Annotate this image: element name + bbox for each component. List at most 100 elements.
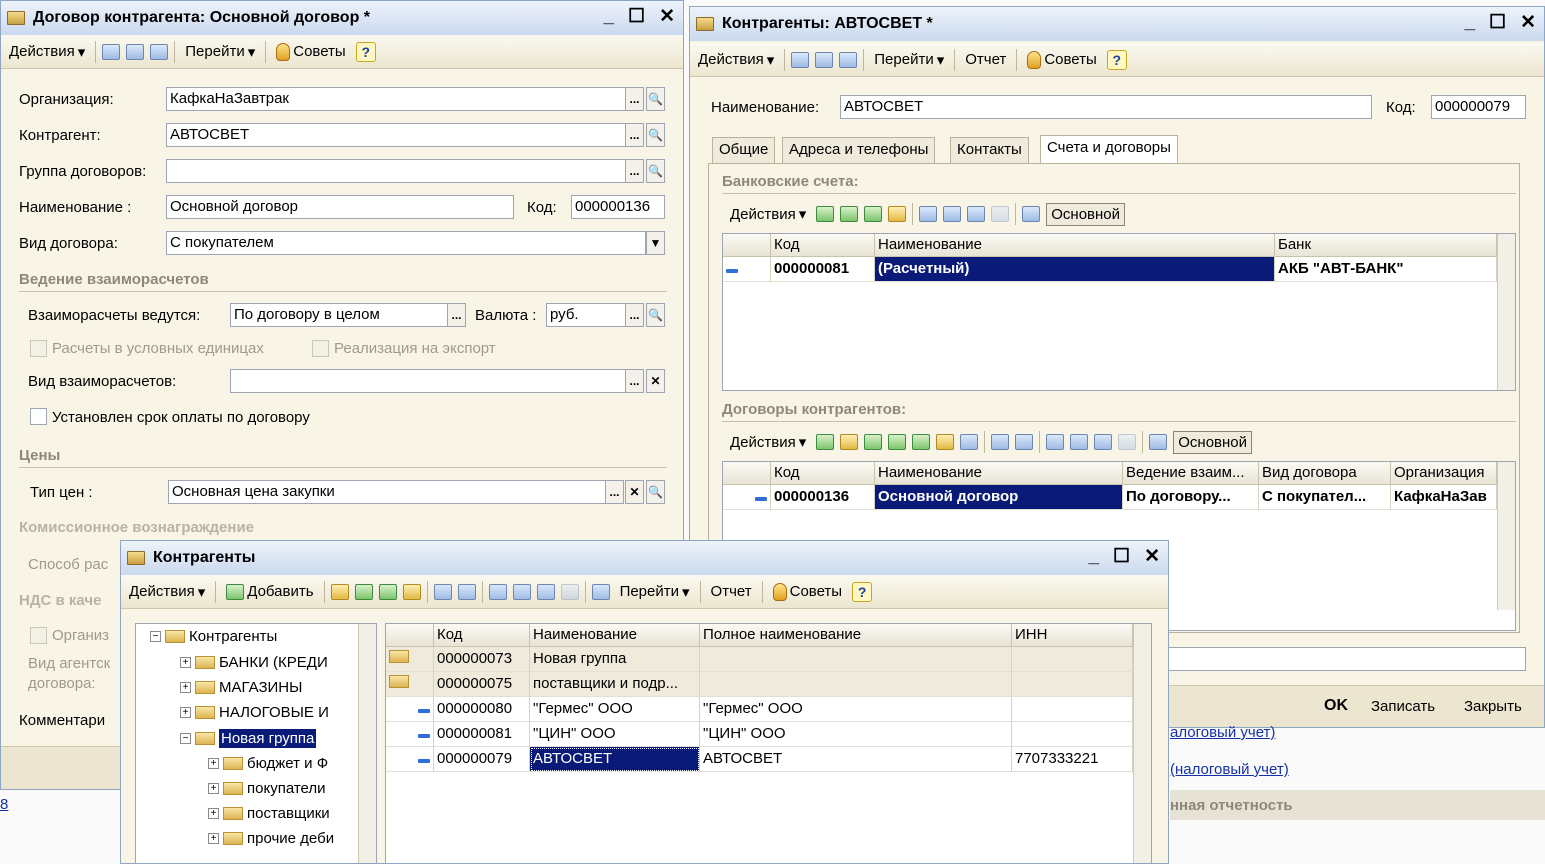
copy-row-icon[interactable] xyxy=(864,434,883,450)
org-checkbox[interactable] xyxy=(30,627,47,644)
list-row-code[interactable]: 000000080 xyxy=(434,697,530,722)
list-row-fullname[interactable]: АВТОСВЕТ xyxy=(700,747,1012,772)
tree-scrollbar[interactable] xyxy=(358,624,376,863)
collapse-icon[interactable]: − xyxy=(180,733,191,744)
list-row-name[interactable]: "Гермес" ООО xyxy=(530,697,700,722)
con-col-org[interactable]: Организация xyxy=(1391,462,1497,485)
con-row-mutual[interactable]: По договору... xyxy=(1123,485,1259,510)
clear-filter-icon[interactable] xyxy=(991,206,1010,222)
expand-icon[interactable]: + xyxy=(208,808,219,819)
list-row-fullname[interactable] xyxy=(700,647,1012,672)
mutual-kind-field[interactable] xyxy=(230,369,626,393)
chevron-down-icon[interactable]: ▼ xyxy=(646,231,665,255)
report-button[interactable]: Отчет xyxy=(961,49,1010,70)
con-col-name[interactable]: Наименование xyxy=(875,462,1123,485)
edit-row-icon[interactable] xyxy=(378,583,397,600)
contracts-main-button[interactable]: Основной xyxy=(1173,430,1253,454)
search-icon[interactable]: 🔍 xyxy=(646,480,665,504)
list-row-inn[interactable] xyxy=(1012,697,1133,722)
list-col-name[interactable]: Наименование xyxy=(530,624,700,647)
expand-icon[interactable]: + xyxy=(208,833,219,844)
price-type-field[interactable]: Основная цена закупки xyxy=(168,480,606,504)
minimize-button[interactable]: _ xyxy=(1088,547,1099,567)
goto-menu[interactable]: Перейти ▾ xyxy=(181,41,259,63)
help-button[interactable]: ? xyxy=(852,581,873,602)
tab-addresses[interactable]: Адреса и телефоны xyxy=(782,137,936,163)
edit-row-icon[interactable] xyxy=(888,434,907,450)
contract-window-titlebar[interactable]: Договор контрагента: Основной договор * … xyxy=(1,1,683,35)
goto-menu[interactable]: Перейти ▾ xyxy=(616,581,694,603)
tips-button[interactable]: Советы xyxy=(1023,49,1100,71)
search-icon[interactable]: 🔍 xyxy=(646,303,665,327)
add-button[interactable]: Добавить xyxy=(222,581,317,602)
edit-icon[interactable] xyxy=(960,434,979,450)
refresh-icon[interactable] xyxy=(126,43,145,60)
filter-icon[interactable] xyxy=(1046,434,1065,450)
close-button[interactable]: ✕ xyxy=(659,7,675,27)
filter-dropdown-icon[interactable] xyxy=(536,583,555,600)
con-col-code[interactable]: Код xyxy=(771,462,875,485)
con-col-mutual[interactable]: Ведение взаим... xyxy=(1123,462,1259,485)
actions-menu[interactable]: Действия ▾ xyxy=(694,49,778,71)
list-row-name[interactable]: Новая группа xyxy=(530,647,700,672)
minimize-button[interactable]: _ xyxy=(603,7,614,27)
tree-item[interactable]: + поставщики xyxy=(208,805,330,822)
actions-menu[interactable]: Действия ▾ xyxy=(125,581,209,603)
list-row-name-selected[interactable]: АВТОСВЕТ xyxy=(530,747,700,772)
list-row-name[interactable]: поставщики и подр... xyxy=(530,672,700,697)
maximize-button[interactable]: ☐ xyxy=(1113,547,1130,567)
select-button[interactable]: ... xyxy=(605,480,624,504)
clear-filter-icon[interactable] xyxy=(560,583,579,600)
add-row-icon[interactable] xyxy=(816,206,835,222)
tree-item[interactable]: − Контрагенты xyxy=(150,628,277,645)
list-row-code[interactable]: 000000079 xyxy=(434,747,530,772)
clear-icon[interactable]: ✕ xyxy=(625,480,644,504)
close-button[interactable]: ✕ xyxy=(1144,547,1160,567)
list-row-code[interactable]: 000000075 xyxy=(434,672,530,697)
filter-dropdown-icon[interactable] xyxy=(1094,434,1113,450)
search-icon[interactable]: 🔍 xyxy=(646,123,665,147)
select-button[interactable]: ... xyxy=(625,123,644,147)
select-button[interactable]: ... xyxy=(625,369,644,393)
contracts-scrollbar[interactable] xyxy=(1497,462,1515,610)
level-up-icon[interactable] xyxy=(1015,434,1034,450)
structure-icon[interactable] xyxy=(150,43,169,60)
list-scrollbar[interactable] xyxy=(1133,624,1151,863)
counterparty-window-titlebar[interactable]: Контрагенты: АВТОСВЕТ * _ ☐ ✕ xyxy=(690,7,1544,41)
filter-icon[interactable] xyxy=(919,206,938,222)
con-row-type[interactable]: С покупател... xyxy=(1259,485,1391,510)
list-row-inn[interactable] xyxy=(1012,672,1133,697)
save-button[interactable]: Записать xyxy=(1371,698,1435,715)
ok-button[interactable]: OK xyxy=(1324,697,1348,715)
clear-icon[interactable]: ✕ xyxy=(646,369,665,393)
delete-row-icon[interactable] xyxy=(936,434,955,450)
select-button[interactable]: ... xyxy=(447,303,466,327)
units-checkbox[interactable] xyxy=(30,340,47,357)
minimize-button[interactable]: _ xyxy=(1464,13,1475,33)
tree-item[interactable]: + бюджет и Ф xyxy=(208,755,328,772)
expand-icon[interactable]: + xyxy=(180,707,191,718)
list-row-inn[interactable]: 7707333221 xyxy=(1012,747,1133,772)
list-col-fullname[interactable]: Полное наименование xyxy=(700,624,1012,647)
filter-list-icon[interactable] xyxy=(1070,434,1089,450)
list-row-fullname[interactable] xyxy=(700,672,1012,697)
filter-list-icon[interactable] xyxy=(943,206,962,222)
list-row-name[interactable]: "ЦИН" ООО xyxy=(530,722,700,747)
move-left-icon[interactable] xyxy=(791,51,810,68)
close-button[interactable]: Закрыть xyxy=(1464,698,1522,715)
group-field[interactable] xyxy=(166,159,626,183)
add-group-icon[interactable] xyxy=(330,583,349,600)
bank-main-button[interactable]: Основной xyxy=(1046,202,1126,226)
add-row-icon[interactable] xyxy=(816,434,835,450)
actions-menu[interactable]: Действия ▾ xyxy=(5,41,89,63)
copy-row-icon[interactable] xyxy=(354,583,373,600)
bank-row-bank[interactable]: АКБ "АВТ-БАНК" xyxy=(1275,257,1497,282)
tree-item[interactable]: + покупатели xyxy=(208,780,326,797)
goto-menu[interactable]: Перейти ▾ xyxy=(870,49,948,71)
level-up-icon[interactable] xyxy=(457,583,476,600)
tab-contacts[interactable]: Контакты xyxy=(950,137,1029,163)
code-field[interactable]: 000000136 xyxy=(571,195,665,219)
select-button[interactable]: ... xyxy=(625,87,644,111)
report-button[interactable]: Отчет xyxy=(707,581,756,602)
list-window-titlebar[interactable]: Контрагенты _ ☐ ✕ xyxy=(121,541,1168,575)
